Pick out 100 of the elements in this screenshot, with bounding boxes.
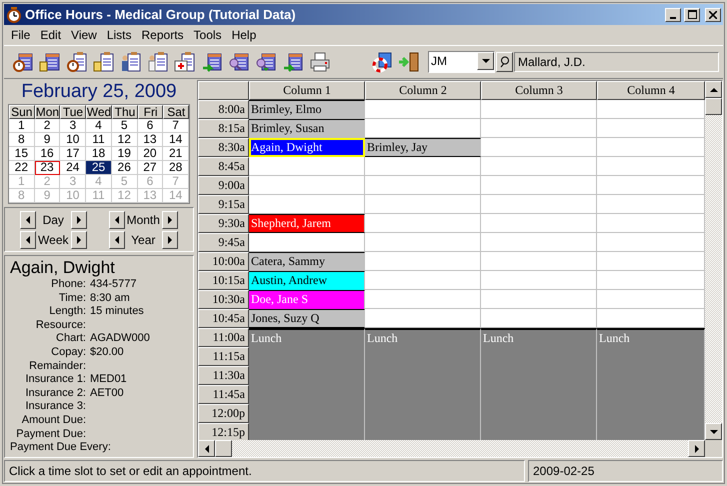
calendar-day[interactable]: 17	[60, 147, 86, 161]
column-header[interactable]: Column 2	[365, 81, 481, 100]
time-slot[interactable]	[481, 309, 597, 328]
scroll-right-button[interactable]	[688, 440, 705, 457]
appointment[interactable]: Austin, Andrew	[249, 271, 365, 290]
calendar-day[interactable]: 16	[34, 147, 60, 161]
menu-item[interactable]: File	[6, 26, 36, 44]
time-slot[interactable]	[597, 157, 705, 176]
calendar-search-icon[interactable]	[255, 51, 277, 73]
calendar-day[interactable]: 22	[9, 161, 35, 175]
calendar-day[interactable]: 12	[112, 133, 138, 147]
time-slot[interactable]	[597, 271, 705, 290]
exit-door-icon[interactable]	[398, 51, 420, 73]
calendar-day[interactable]: 3	[60, 119, 86, 133]
calendar-search-icon[interactable]	[228, 51, 250, 73]
column-header[interactable]: Column 4	[597, 81, 705, 100]
calendar-day[interactable]: 26	[112, 161, 138, 175]
time-slot[interactable]	[365, 157, 481, 176]
clipboard-note-icon[interactable]	[93, 51, 115, 73]
time-slot[interactable]	[365, 176, 481, 195]
appointment[interactable]: Brimley, Elmo	[249, 100, 365, 119]
menu-item[interactable]: Edit	[35, 26, 66, 44]
time-slot[interactable]	[481, 252, 597, 271]
calendar-day[interactable]: 13	[138, 133, 164, 147]
menu-item[interactable]: Lists	[102, 26, 137, 44]
next-button[interactable]	[70, 211, 86, 229]
person-clipboard-icon[interactable]	[120, 51, 142, 73]
calendar-day[interactable]: 9	[34, 133, 60, 147]
column-header[interactable]: Column 3	[481, 81, 597, 100]
menu-item[interactable]: Help	[226, 26, 262, 44]
calendar-day[interactable]: 21	[163, 147, 189, 161]
menu-item[interactable]: Reports	[136, 26, 189, 44]
calendar-day[interactable]: 10	[60, 133, 86, 147]
time-slot[interactable]	[481, 119, 597, 138]
time-slot[interactable]	[365, 290, 481, 309]
calendar-day[interactable]: 7	[163, 119, 189, 133]
calendar-day[interactable]: 14	[163, 133, 189, 147]
scroll-up-button[interactable]	[705, 81, 722, 98]
calendar-day[interactable]: 8	[9, 133, 35, 147]
time-slot[interactable]	[481, 214, 597, 233]
calendar-day[interactable]: 15	[9, 147, 35, 161]
next-button[interactable]	[70, 231, 86, 249]
calendar-day[interactable]: 23	[34, 161, 60, 175]
column-header[interactable]: Column 1	[249, 81, 365, 100]
lunch-block[interactable]: Lunch	[597, 328, 705, 440]
time-slot[interactable]	[365, 119, 481, 138]
lookup-button[interactable]	[496, 52, 513, 72]
horizontal-scrollbar[interactable]	[198, 440, 722, 457]
previous-button[interactable]	[20, 211, 36, 229]
time-slot[interactable]	[597, 195, 705, 214]
appointment[interactable]: Catera, Sammy	[249, 252, 365, 271]
time-slot[interactable]	[249, 176, 365, 195]
time-slot[interactable]	[249, 157, 365, 176]
vertical-scrollbar[interactable]	[705, 81, 722, 440]
calendar-day[interactable]: 27	[138, 161, 164, 175]
calendar-day[interactable]: 25	[86, 161, 112, 175]
time-slot[interactable]	[481, 100, 597, 119]
calendar-day[interactable]: 2	[34, 119, 60, 133]
time-slot[interactable]	[365, 271, 481, 290]
time-slot[interactable]	[481, 195, 597, 214]
next-button[interactable]	[162, 211, 178, 229]
time-slot[interactable]	[249, 233, 365, 252]
minimize-button[interactable]	[665, 8, 681, 22]
time-slot[interactable]	[481, 271, 597, 290]
time-slot[interactable]	[597, 290, 705, 309]
close-button[interactable]	[705, 8, 721, 22]
calendar-day[interactable]: 20	[138, 147, 164, 161]
lifebuoy-icon[interactable]	[371, 51, 393, 73]
printer-icon[interactable]	[309, 51, 331, 73]
calendar-day[interactable]: 1	[9, 119, 35, 133]
lunch-block[interactable]: Lunch	[481, 328, 597, 440]
calendar-arrow-icon[interactable]	[201, 51, 223, 73]
time-slot[interactable]	[365, 100, 481, 119]
time-slot[interactable]	[597, 214, 705, 233]
time-slot[interactable]	[597, 252, 705, 271]
time-slot[interactable]	[597, 138, 705, 157]
lunch-block[interactable]: Lunch	[365, 328, 481, 440]
previous-button[interactable]	[108, 211, 125, 229]
time-slot[interactable]	[597, 233, 705, 252]
calendar-day[interactable]: 11	[86, 133, 112, 147]
time-slot[interactable]	[365, 252, 481, 271]
menu-item[interactable]: View	[66, 26, 102, 44]
time-slot[interactable]	[365, 195, 481, 214]
time-slot[interactable]	[597, 309, 705, 328]
user-code-dropdown[interactable]: JM	[428, 51, 495, 73]
next-button[interactable]	[162, 231, 178, 249]
lunch-block[interactable]: Lunch	[249, 328, 365, 440]
calendar-day[interactable]: 28	[163, 161, 189, 175]
time-slot[interactable]	[597, 176, 705, 195]
clipboard-clock-icon[interactable]	[66, 51, 88, 73]
calendar-day[interactable]: 4	[86, 119, 112, 133]
scrollbar-thumb[interactable]	[705, 98, 722, 115]
appointment[interactable]: Brimley, Jay	[365, 138, 481, 157]
previous-button[interactable]	[108, 231, 125, 249]
time-slot[interactable]	[481, 290, 597, 309]
time-slot[interactable]	[481, 138, 597, 157]
time-slot[interactable]	[249, 195, 365, 214]
appointment[interactable]: Again, Dwight	[249, 138, 365, 157]
menu-item[interactable]: Tools	[188, 26, 227, 44]
scroll-down-button[interactable]	[705, 423, 722, 440]
